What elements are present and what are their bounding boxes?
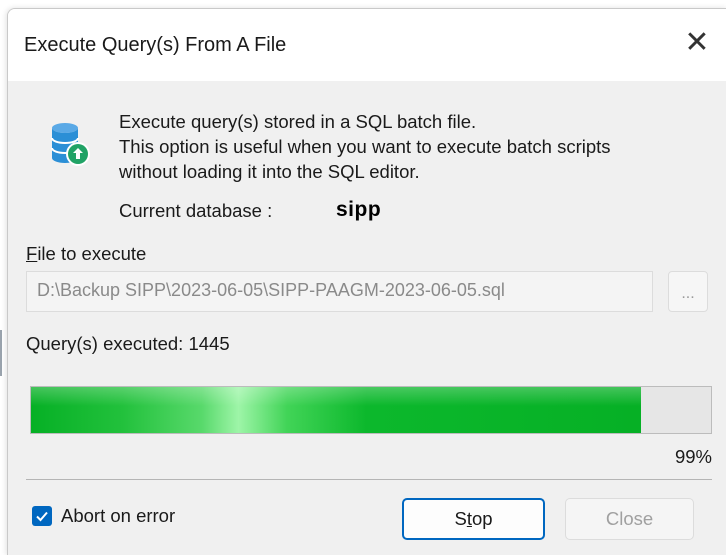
description-line: This option is useful when you want to e…: [119, 136, 611, 157]
progress-percent-label: 99%: [674, 446, 712, 467]
close-button[interactable]: Close: [565, 498, 694, 540]
description-line: without loading it into the SQL editor.: [119, 161, 420, 182]
file-label-text: ile to execute: [37, 243, 147, 264]
abort-on-error-label[interactable]: Abort on error: [61, 505, 175, 527]
stop-button[interactable]: St op: [402, 498, 545, 540]
abort-on-error-checkbox[interactable]: [32, 506, 52, 526]
queries-executed-status: Query(s) executed: 1445: [26, 333, 230, 354]
database-upload-icon: [51, 123, 90, 166]
description-text: Execute query(s) stored in a SQL batch f…: [119, 109, 611, 184]
close-icon[interactable]: ✕: [677, 23, 717, 63]
file-label-mnemonic: F: [26, 243, 38, 264]
execute-query-dialog: Execute Query(s) From A File ✕ Execute q…: [7, 8, 726, 555]
progress-bar: [30, 386, 712, 434]
title-bar: Execute Query(s) From A File ✕: [8, 9, 726, 81]
description-line: Execute query(s) stored in a SQL batch f…: [119, 111, 477, 132]
file-path-input[interactable]: D:\Backup SIPP\2023-06-05\SIPP-PAAGM-202…: [26, 271, 653, 312]
progress-bar-fill: [31, 387, 641, 433]
current-database-value: sipp: [336, 198, 382, 221]
background-window-edge: [0, 330, 2, 376]
stop-label-pre: S: [454, 508, 467, 529]
separator-line: [26, 479, 712, 480]
checkmark-icon: [36, 511, 48, 522]
dialog-title: Execute Query(s) From A File: [24, 34, 287, 56]
browse-button[interactable]: ...: [668, 271, 708, 312]
stop-label-post: op: [471, 508, 493, 529]
current-database-label: Current database :: [119, 200, 273, 221]
file-to-execute-label: File to execute: [26, 243, 146, 265]
